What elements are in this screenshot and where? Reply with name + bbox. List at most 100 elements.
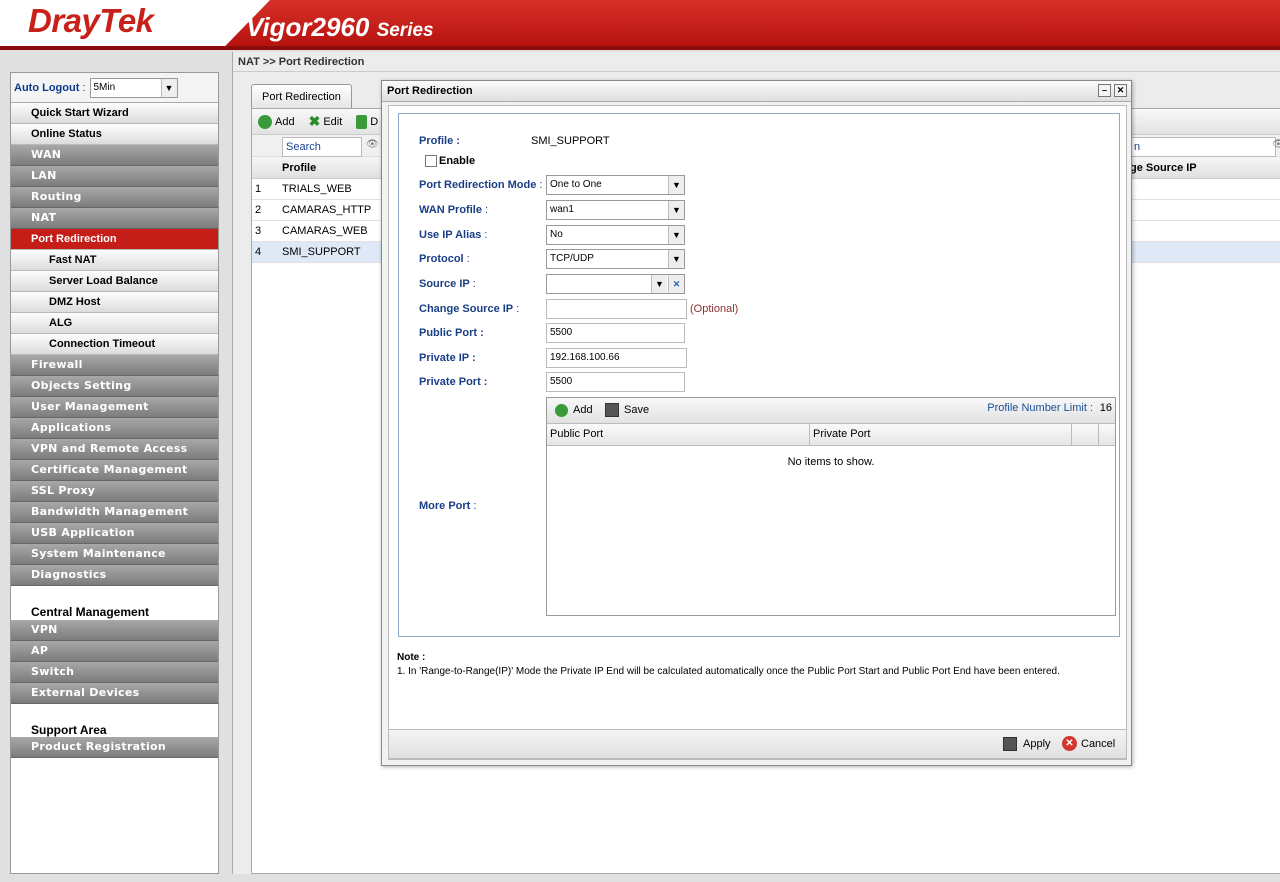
sidebar-item-fast-nat[interactable]: Fast NAT xyxy=(11,250,218,271)
optional-hint: (Optional) xyxy=(690,303,739,315)
change-source-label-text: Change Source IP xyxy=(419,303,514,315)
breadcrumb: NAT >> Port Redirection xyxy=(233,52,1280,72)
grid-add-button[interactable]: Add xyxy=(573,404,593,416)
search-input-right[interactable]: n xyxy=(1130,137,1276,157)
sidebar-item-applications[interactable]: Applications xyxy=(11,418,218,439)
sidebar-item-external-devices[interactable]: External Devices xyxy=(11,683,218,704)
enable-checkbox[interactable] xyxy=(425,155,437,167)
minimize-icon[interactable]: – xyxy=(1098,84,1111,97)
col-change-source-ip[interactable]: ge Source IP xyxy=(1130,157,1197,179)
cancel-button[interactable]: Cancel xyxy=(1081,738,1115,750)
row-profile: TRIALS_WEB xyxy=(282,183,352,195)
add-label: Add xyxy=(275,115,295,128)
source-ip-select[interactable]: ▼ ✕ xyxy=(546,274,685,294)
clear-icon[interactable]: ✕ xyxy=(668,275,684,293)
sidebar-item-wan[interactable]: WAN xyxy=(11,145,218,166)
dialog-footer: Apply ✕ Cancel xyxy=(388,729,1127,759)
sidebar-item-server-load-balance[interactable]: Server Load Balance xyxy=(11,271,218,292)
protocol-label-text: Protocol xyxy=(419,253,464,265)
tab-port-redirection[interactable]: Port Redirection xyxy=(251,84,352,109)
filter-icon-right[interactable]: 👁 xyxy=(1272,139,1280,150)
more-port-label-text: More Port xyxy=(419,500,471,512)
private-ip-label: Private IP : xyxy=(419,352,476,364)
grid-save-button[interactable]: Save xyxy=(624,404,649,416)
wan-value: wan1 xyxy=(550,204,574,215)
model-title: Vigor2960 Series xyxy=(246,12,434,43)
enable-label: Enable xyxy=(439,155,476,167)
search-input[interactable]: Search xyxy=(282,137,362,157)
profile-label: Profile : xyxy=(419,135,460,147)
sidebar-item-alg[interactable]: ALG xyxy=(11,313,218,334)
wan-label-text: WAN Profile xyxy=(419,204,482,216)
central-menu: VPN AP Switch External Devices xyxy=(11,620,218,704)
dialog-title: Port Redirection xyxy=(387,85,473,97)
mode-label-text: Port Redirection Mode xyxy=(419,179,537,191)
source-ip-label-text: Source IP xyxy=(419,278,470,290)
protocol-label: Protocol : xyxy=(419,253,470,265)
edit-button[interactable]: ✖ Edit xyxy=(309,113,343,130)
col-public-port[interactable]: Public Port xyxy=(550,424,603,445)
save-icon xyxy=(605,403,619,417)
protocol-select[interactable]: TCP/UDP ▼ xyxy=(546,249,685,269)
sidebar-item-port-redirection[interactable]: Port Redirection xyxy=(11,229,218,250)
sidebar-item-online-status[interactable]: Online Status xyxy=(11,124,218,145)
auto-logout-select[interactable]: 5Min ▼ xyxy=(89,77,178,98)
mode-select[interactable]: One to One ▼ xyxy=(546,175,685,195)
sidebar-item-bandwidth-management[interactable]: Bandwidth Management xyxy=(11,502,218,523)
mode-value: One to One xyxy=(550,179,602,190)
ip-alias-select[interactable]: No ▼ xyxy=(546,225,685,245)
dialog-body: Profile : SMI_SUPPORT Enable Port Redire… xyxy=(388,105,1127,760)
delete-button[interactable]: D xyxy=(356,114,378,129)
row-profile: CAMARAS_HTTP xyxy=(282,204,372,216)
private-port-label: Private Port : xyxy=(419,376,488,388)
sidebar-item-vpn-and-remote-access[interactable]: VPN and Remote Access xyxy=(11,439,218,460)
sidebar-item-firewall[interactable]: Firewall xyxy=(11,355,218,376)
private-port-input[interactable]: 5500 xyxy=(546,372,685,392)
private-ip-input[interactable]: 192.168.100.66 xyxy=(546,348,687,368)
auto-logout-row: Auto Logout : 5Min ▼ xyxy=(11,73,218,103)
alias-label-text: Use IP Alias xyxy=(419,229,482,241)
chevron-down-icon: ▼ xyxy=(668,176,684,194)
protocol-value: TCP/UDP xyxy=(550,253,594,264)
sidebar-item-vpn[interactable]: VPN xyxy=(11,620,218,641)
sidebar-item-objects-setting[interactable]: Objects Setting xyxy=(11,376,218,397)
source-ip-label: Source IP : xyxy=(419,278,476,290)
add-icon xyxy=(258,114,272,129)
col-profile[interactable]: Profile xyxy=(282,157,316,179)
wan-profile-label: WAN Profile : xyxy=(419,204,489,216)
apply-icon xyxy=(1003,737,1017,751)
limit-value: 16 xyxy=(1099,402,1112,414)
sidebar-item-ap[interactable]: AP xyxy=(11,641,218,662)
public-port-input[interactable]: 5500 xyxy=(546,323,685,343)
sidebar-item-switch[interactable]: Switch xyxy=(11,662,218,683)
sidebar-item-user-management[interactable]: User Management xyxy=(11,397,218,418)
sidebar-item-lan[interactable]: LAN xyxy=(11,166,218,187)
row-profile: SMI_SUPPORT xyxy=(282,246,361,258)
sidebar-item-ssl-proxy[interactable]: SSL Proxy xyxy=(11,481,218,502)
more-port-grid: Add Save Profile Number Limit : 16 Publi… xyxy=(546,397,1116,616)
edit-label: Edit xyxy=(323,115,343,128)
sidebar-item-dmz-host[interactable]: DMZ Host xyxy=(11,292,218,313)
sidebar-item-routing[interactable]: Routing xyxy=(11,187,218,208)
close-icon[interactable]: ✕ xyxy=(1114,84,1127,97)
wan-profile-select[interactable]: wan1 ▼ xyxy=(546,200,685,220)
chevron-down-icon: ▼ xyxy=(668,226,684,244)
profile-form: Profile : SMI_SUPPORT Enable Port Redire… xyxy=(398,113,1120,637)
sidebar-item-product-registration[interactable]: Product Registration xyxy=(11,737,218,758)
apply-button[interactable]: Apply xyxy=(1023,738,1051,750)
filter-icon[interactable]: 👁 xyxy=(366,139,379,150)
sidebar-item-certificate-management[interactable]: Certificate Management xyxy=(11,460,218,481)
sidebar-item-nat[interactable]: NAT xyxy=(11,208,218,229)
add-button[interactable]: Add xyxy=(258,114,295,129)
sidebar-item-usb-application[interactable]: USB Application xyxy=(11,523,218,544)
sidebar-item-diagnostics[interactable]: Diagnostics xyxy=(11,565,218,586)
sidebar-item-connection-timeout[interactable]: Connection Timeout xyxy=(11,334,218,355)
sidebar-item-system-maintenance[interactable]: System Maintenance xyxy=(11,544,218,565)
col-private-port[interactable]: Private Port xyxy=(813,424,870,445)
model-series: Series xyxy=(376,20,434,41)
note-title: Note : xyxy=(397,652,426,663)
change-source-ip-input[interactable] xyxy=(546,299,687,319)
sidebar-item-quick-start-wizard[interactable]: Quick Start Wizard xyxy=(11,103,218,124)
support-menu: Product Registration xyxy=(11,737,218,758)
chevron-down-icon: ▼ xyxy=(651,275,667,293)
